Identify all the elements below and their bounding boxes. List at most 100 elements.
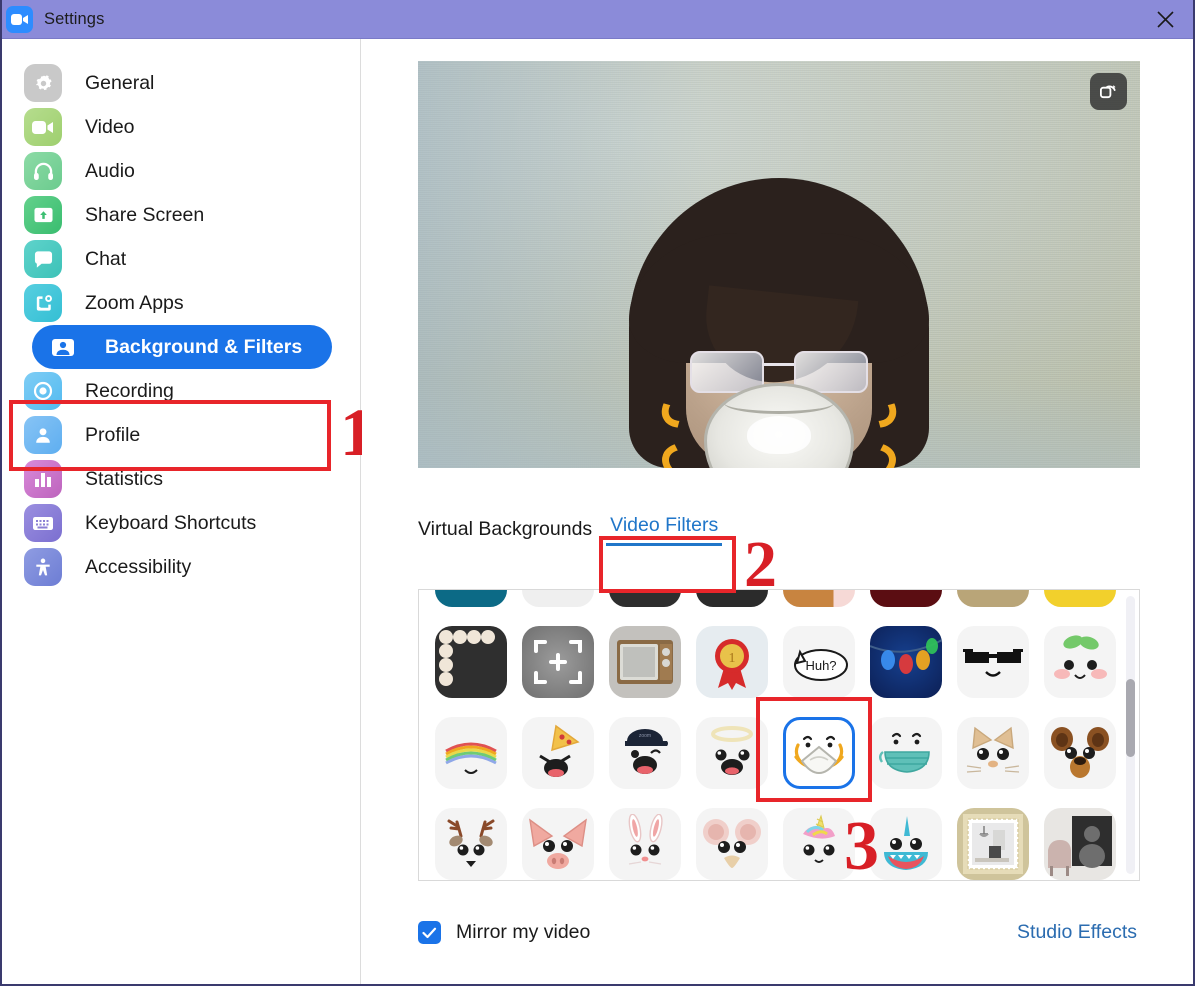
teal-thumbnail xyxy=(434,590,507,607)
sidebar-item-general[interactable]: General xyxy=(24,61,344,105)
checkbox-checked-icon xyxy=(418,921,441,944)
grid-scroll-region: 1 Huh? zoom xyxy=(419,590,1121,880)
white-thumbnail xyxy=(521,590,594,607)
deer-antlers-face xyxy=(434,807,507,880)
surgical-mask xyxy=(869,716,942,789)
title-bar: Settings xyxy=(2,0,1193,39)
person-frame-icon xyxy=(44,328,82,366)
scrollbar-thumb[interactable] xyxy=(1126,679,1135,758)
huh-speech-bubble: Huh? xyxy=(782,625,855,698)
filter-item[interactable]: Huh? xyxy=(775,617,862,706)
tan-thumbnail xyxy=(782,590,855,607)
sidebar-item-audio[interactable]: Audio xyxy=(24,149,344,193)
sidebar-item-video[interactable]: Video xyxy=(24,105,344,149)
sidebar-item-profile[interactable]: Profile xyxy=(24,413,344,457)
person-icon xyxy=(24,416,62,454)
tab-video-filters[interactable]: Video Filters xyxy=(606,514,723,546)
filter-item[interactable] xyxy=(862,708,949,797)
filter-item[interactable] xyxy=(427,799,514,880)
filter-item[interactable] xyxy=(1036,590,1123,615)
filter-item[interactable] xyxy=(514,708,601,797)
filter-n95-mask xyxy=(782,716,855,789)
filter-item[interactable] xyxy=(949,799,1036,880)
sidebar-item-label: Share Screen xyxy=(85,203,205,226)
sidebar-item-label: Audio xyxy=(85,159,135,182)
beige-thumbnail xyxy=(956,590,1029,607)
filter-item[interactable] xyxy=(601,799,688,880)
filter-item[interactable] xyxy=(688,590,775,615)
retro-tv xyxy=(608,625,681,698)
filter-item[interactable] xyxy=(688,799,775,880)
sidebar-item-label: Recording xyxy=(85,379,174,402)
sidebar-item-accessibility[interactable]: Accessibility xyxy=(24,545,344,589)
bear-face xyxy=(1043,716,1116,789)
filter-tabs: Virtual Backgrounds Video Filters xyxy=(418,514,723,546)
picture-frame-room xyxy=(956,807,1029,880)
filter-item[interactable]: 1 xyxy=(688,617,775,706)
settings-sidebar: General Video Audio Share Screen Chat Zo… xyxy=(2,39,361,984)
sidebar-item-keyboard-shortcuts[interactable]: Keyboard Shortcuts xyxy=(24,501,344,545)
filter-item[interactable] xyxy=(1036,708,1123,797)
filter-item[interactable] xyxy=(775,590,862,615)
glasses-bridge xyxy=(762,363,796,366)
sidebar-item-label: Zoom Apps xyxy=(85,291,184,314)
filter-item[interactable] xyxy=(427,617,514,706)
window-title: Settings xyxy=(44,9,105,28)
preview-person xyxy=(614,168,944,468)
filter-item[interactable] xyxy=(427,590,514,615)
mouse-face xyxy=(695,807,768,880)
filter-item[interactable] xyxy=(862,799,949,880)
filter-item[interactable] xyxy=(775,799,862,880)
deal-with-it-sunglasses xyxy=(956,625,1029,698)
filter-grid: 1 Huh? zoom xyxy=(427,590,1123,880)
share-screen-icon xyxy=(24,196,62,234)
dark-thumbnail xyxy=(695,590,768,607)
filter-item[interactable] xyxy=(775,708,862,797)
dark-red-thumbnail xyxy=(869,590,942,607)
filter-item[interactable] xyxy=(1036,617,1123,706)
filter-item[interactable] xyxy=(427,708,514,797)
filter-item[interactable] xyxy=(601,590,688,615)
pizza-slice-face xyxy=(521,716,594,789)
angel-halo-face xyxy=(695,716,768,789)
filter-item[interactable] xyxy=(862,617,949,706)
sidebar-item-label: Profile xyxy=(85,423,141,446)
sidebar-item-share-screen[interactable]: Share Screen xyxy=(24,193,344,237)
filter-item[interactable]: zoom xyxy=(601,708,688,797)
zoom-apps-icon xyxy=(24,284,62,322)
chat-bubble-icon xyxy=(24,240,62,278)
bar-chart-icon xyxy=(24,460,62,498)
grid-scrollbar[interactable] xyxy=(1126,596,1135,874)
filter-item[interactable] xyxy=(949,617,1036,706)
filter-item[interactable] xyxy=(949,590,1036,615)
mirror-my-video-checkbox[interactable]: Mirror my video xyxy=(418,921,590,944)
video-preview xyxy=(418,61,1140,468)
studio-effects-link[interactable]: Studio Effects xyxy=(1017,921,1137,944)
close-icon[interactable] xyxy=(1137,0,1193,38)
video-filters-grid: 1 Huh? zoom xyxy=(418,589,1140,881)
filter-item[interactable] xyxy=(688,708,775,797)
sidebar-item-label: Chat xyxy=(85,247,127,270)
leaf-peach-face xyxy=(1043,625,1116,698)
filter-item[interactable] xyxy=(514,617,601,706)
filter-item[interactable] xyxy=(601,617,688,706)
tab-virtual-backgrounds[interactable]: Virtual Backgrounds xyxy=(418,518,592,546)
face xyxy=(629,233,929,468)
sidebar-item-recording[interactable]: Recording xyxy=(24,369,344,413)
filter-item[interactable] xyxy=(514,590,601,615)
rotate-camera-icon[interactable] xyxy=(1090,73,1127,110)
sidebar-item-background-filters[interactable]: Background & Filters xyxy=(32,325,332,369)
filter-item[interactable] xyxy=(862,590,949,615)
record-circle-icon xyxy=(24,372,62,410)
filter-item[interactable] xyxy=(949,708,1036,797)
gear-icon xyxy=(24,64,62,102)
filter-item[interactable] xyxy=(514,799,601,880)
pig-face xyxy=(521,807,594,880)
zoom-video-icon xyxy=(6,5,33,33)
filter-item[interactable] xyxy=(1036,799,1123,880)
sidebar-item-statistics[interactable]: Statistics xyxy=(24,457,344,501)
sidebar-item-zoom-apps[interactable]: Zoom Apps xyxy=(24,281,344,325)
settings-content: Virtual Backgrounds Video Filters 1 Huh?… xyxy=(362,39,1193,984)
sidebar-item-chat[interactable]: Chat xyxy=(24,237,344,281)
headphones-icon xyxy=(24,152,62,190)
